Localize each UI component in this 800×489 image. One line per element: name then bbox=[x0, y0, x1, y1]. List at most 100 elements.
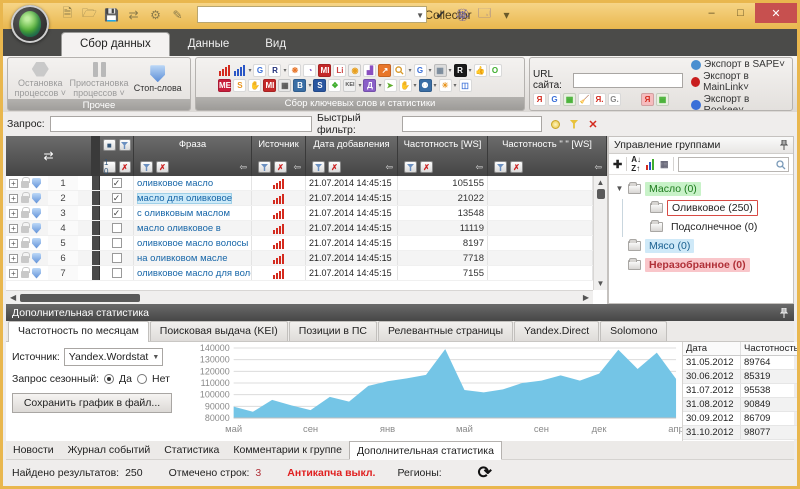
tree-item[interactable]: Подсолнечное (0) bbox=[611, 217, 791, 236]
chevron-down-icon[interactable]: ▾ bbox=[308, 82, 311, 89]
tree-item[interactable]: Мясо (0) bbox=[611, 236, 791, 255]
chevron-down-icon[interactable]: ▾ bbox=[408, 67, 411, 74]
table-row[interactable]: +5оливковое масло волосы21.07.2014 14:45… bbox=[6, 236, 593, 251]
maximize-button[interactable]: □ bbox=[726, 3, 755, 23]
service-icon-kei[interactable]: KEI bbox=[343, 79, 356, 92]
service-icon-li[interactable]: Li bbox=[333, 64, 346, 77]
table-row[interactable]: +6на оливковом масле21.07.2014 14:45:157… bbox=[6, 251, 593, 266]
chevron-down-icon[interactable]: ▾ bbox=[358, 82, 361, 89]
row-checkbox[interactable] bbox=[112, 268, 122, 278]
service-icon-s[interactable]: S bbox=[233, 79, 246, 92]
service-icon-◔[interactable]: ◔ bbox=[303, 64, 316, 77]
minimize-button[interactable]: – bbox=[697, 3, 726, 23]
tab-Сбор данных[interactable]: Сбор данных bbox=[61, 32, 170, 56]
phrase-text[interactable]: оливковое масло волосы bbox=[137, 238, 248, 249]
tree-item[interactable]: Неразобранное (0) bbox=[611, 255, 791, 274]
service-icon-◉[interactable]: ◉ bbox=[348, 64, 361, 77]
sort-color-icon[interactable] bbox=[645, 158, 656, 171]
site-url-input[interactable] bbox=[573, 73, 683, 88]
phrase-text[interactable]: масло оливковое в bbox=[137, 223, 221, 234]
source-select[interactable]: Yandex.Wordstat▼ bbox=[64, 348, 164, 366]
chevron-down-icon[interactable]: ▾ bbox=[378, 82, 381, 89]
table-row[interactable]: +1✓оливковое масло21.07.2014 14:45:15105… bbox=[6, 176, 593, 191]
service-icon-⚉[interactable]: ⚉ bbox=[419, 79, 432, 92]
service-icon-👍[interactable]: 👍 bbox=[474, 64, 487, 77]
service-icon-mi[interactable]: MI bbox=[318, 64, 331, 77]
site-service-icon-1[interactable]: G bbox=[548, 93, 561, 106]
table-row[interactable]: 31.08.201290849 bbox=[683, 398, 800, 412]
table-row[interactable]: 30.06.201285319 bbox=[683, 370, 800, 384]
grid-view-icon[interactable]: ▦ bbox=[660, 159, 669, 170]
column-header-3[interactable]: Дата добавления✗⇦ bbox=[306, 136, 398, 176]
row-checkbox[interactable] bbox=[112, 223, 122, 233]
tree-item[interactable]: ▼Масло (0) bbox=[611, 179, 791, 198]
phrase-cell[interactable]: масло оливковое в bbox=[134, 221, 252, 235]
stats-tab-1[interactable]: Частотность по месяцам bbox=[8, 321, 149, 342]
pin-icon[interactable] bbox=[780, 308, 788, 318]
new-document-icon[interactable]: 🗎 bbox=[59, 6, 76, 23]
phrase-text[interactable]: на оливковом масле bbox=[137, 253, 227, 264]
chevron-down-icon[interactable]: ▾ bbox=[414, 82, 417, 89]
checkbox-cell[interactable]: ✓ bbox=[100, 206, 134, 220]
table-row[interactable]: +2✓масло для оливковое21.07.2014 14:45:1… bbox=[6, 191, 593, 206]
expand-icon[interactable]: + bbox=[9, 254, 18, 263]
site-service-icon-0[interactable]: Я bbox=[533, 93, 546, 106]
phrase-text[interactable]: оливковое масло для волос bbox=[137, 268, 252, 279]
остановка-button[interactable]: Остановкапроцессов ˅ bbox=[11, 59, 70, 98]
grid-horizontal-scrollbar[interactable]: ◀▶ bbox=[6, 290, 593, 304]
service-icon-▦[interactable]: ▦ bbox=[434, 64, 447, 77]
service-icon-❖[interactable]: ❖ bbox=[328, 79, 341, 92]
expand-icon[interactable]: + bbox=[9, 179, 18, 188]
row-checkbox[interactable] bbox=[112, 253, 122, 263]
table-row[interactable]: 31.07.201295538 bbox=[683, 384, 800, 398]
phrase-cell[interactable]: оливковое масло для волос bbox=[134, 266, 252, 280]
phrase-text[interactable]: оливковое масло bbox=[137, 178, 213, 189]
chevron-down-icon[interactable]: ▾ bbox=[434, 82, 437, 89]
site-service-icon-5[interactable]: G. bbox=[608, 93, 621, 106]
service-icon-▟[interactable]: ▟ bbox=[363, 64, 376, 77]
service-icon-☀[interactable]: ☀ bbox=[439, 79, 452, 92]
export-link[interactable]: Экспорт в SAPE˅ bbox=[691, 59, 789, 70]
service-icon-✋[interactable]: ✋ bbox=[248, 79, 261, 92]
phrase-cell[interactable]: оливковое масло bbox=[134, 176, 252, 190]
service-icon-↗[interactable]: ↗ bbox=[378, 64, 391, 77]
chevron-down-icon[interactable]: ▾ bbox=[449, 67, 452, 74]
tree-item[interactable]: Оливковое (250) bbox=[611, 198, 791, 217]
tab-Данные[interactable]: Данные bbox=[170, 33, 248, 56]
row-checkbox[interactable]: ✓ bbox=[112, 178, 122, 188]
service-icon-❋[interactable]: ❋ bbox=[288, 64, 301, 77]
tree-expander-icon[interactable]: ▼ bbox=[615, 184, 624, 193]
phrase-text[interactable]: с оливковым маслом bbox=[137, 208, 230, 219]
service-icon-g[interactable]: G bbox=[253, 64, 266, 77]
service-icon-◫[interactable]: ◫ bbox=[459, 79, 472, 92]
report-icon[interactable]: 🗔 bbox=[476, 6, 493, 23]
table-row[interactable]: +4масло оливковое в21.07.2014 14:45:1511… bbox=[6, 221, 593, 236]
site-service-icon-3[interactable]: 🧹 bbox=[578, 93, 591, 106]
stats-tab-6[interactable]: Solomono bbox=[600, 321, 667, 341]
seasonal-no-radio[interactable] bbox=[137, 374, 147, 384]
search-icon[interactable] bbox=[393, 64, 406, 77]
phrase-text[interactable]: масло для оливковое bbox=[137, 193, 232, 204]
checkbox-cell[interactable] bbox=[100, 236, 134, 250]
app-menu-button[interactable] bbox=[11, 5, 49, 43]
site-service-icon-7[interactable]: ▦ bbox=[656, 93, 669, 106]
stats-tab-5[interactable]: Yandex.Direct bbox=[514, 321, 599, 341]
checkbox-cell[interactable] bbox=[100, 251, 134, 265]
sort-az-icon[interactable]: A↓Z↑ bbox=[631, 155, 641, 173]
checkbox-column-header[interactable]: ■1 0✗ bbox=[100, 136, 134, 176]
стоп-слова-button[interactable]: Стоп-слова bbox=[128, 64, 187, 94]
phrase-cell[interactable]: масло для оливковое bbox=[134, 191, 252, 205]
chevron-down-icon[interactable]: ▾ bbox=[469, 67, 472, 74]
chevron-down-icon[interactable]: ▾ bbox=[248, 67, 251, 74]
chevron-down-icon[interactable]: ▾ bbox=[283, 67, 286, 74]
checkbox-cell[interactable] bbox=[100, 266, 134, 280]
bottom-tab-5[interactable]: Дополнительная статистика bbox=[349, 441, 502, 460]
row-checkbox[interactable] bbox=[112, 238, 122, 248]
service-icon-д[interactable]: Д bbox=[363, 79, 376, 92]
service-icon-o[interactable]: O bbox=[489, 64, 502, 77]
tree-item-label[interactable]: Подсолнечное (0) bbox=[667, 220, 761, 234]
open-folder-icon[interactable]: 🗁 bbox=[81, 6, 98, 23]
stats-tab-3[interactable]: Позиции в ПС bbox=[289, 321, 377, 341]
qat-combobox[interactable]: ▼ bbox=[197, 6, 427, 23]
column-header-5[interactable]: Частотность " " [WS]✗⇦ bbox=[488, 136, 607, 176]
